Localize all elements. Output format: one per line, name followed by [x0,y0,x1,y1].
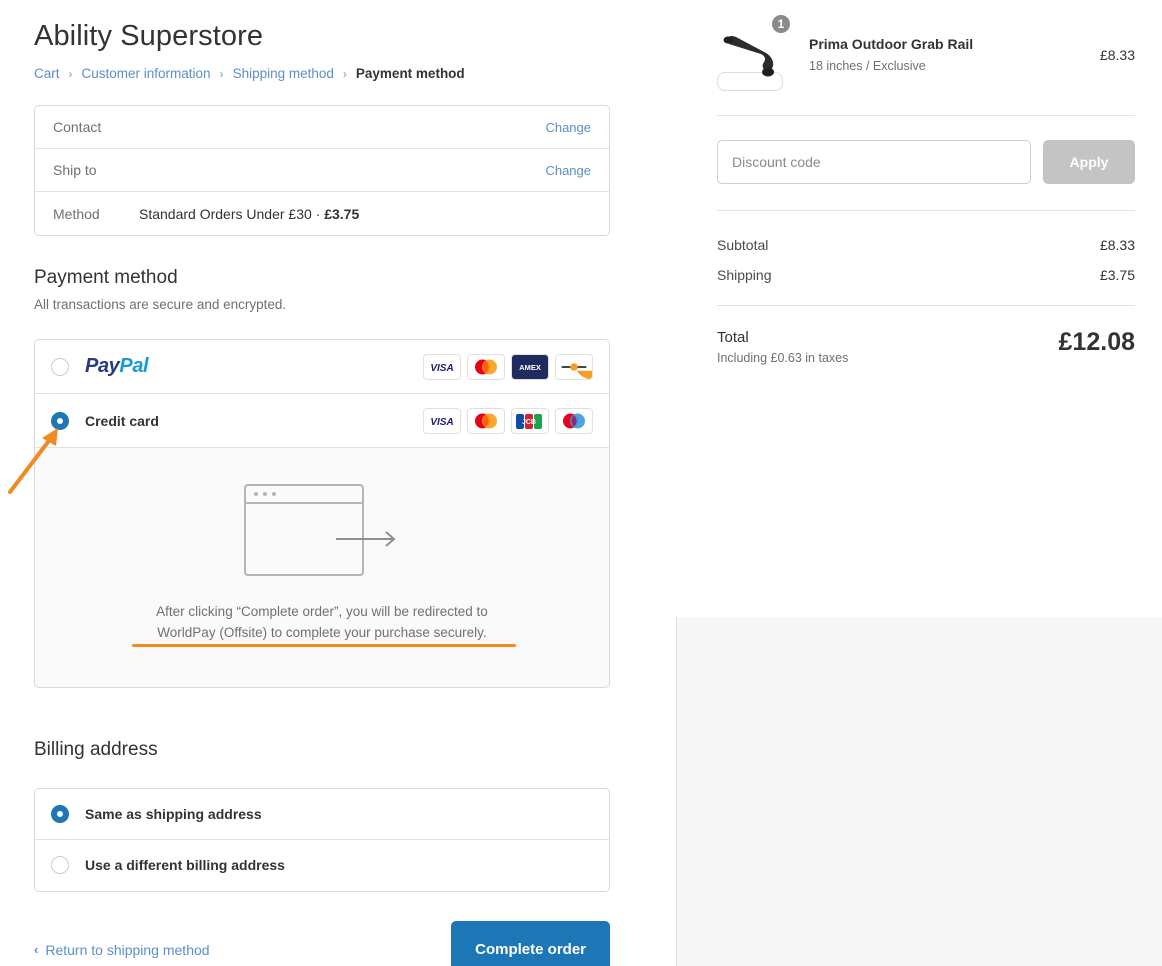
amex-icon: AMEX [511,353,549,380]
billing-address-section: Billing address Same as shipping address… [34,738,610,892]
payment-method-subheading: All transactions are secure and encrypte… [34,297,287,312]
payment-option-paypal[interactable]: PayPal VISA AMEX [35,340,609,394]
order-summary-column: 1 Prima Outdoor Grab Rail 18 inches / Ex… [717,0,1135,367]
jcb-icon: JCB [511,407,549,434]
breadcrumb-separator-icon: › [219,67,224,81]
billing-option-label-different: Use a different billing address [85,857,285,873]
billing-address-heading: Billing address [34,738,158,760]
product-price: £8.33 [1099,47,1135,63]
discount-code-input[interactable] [717,140,1031,184]
grand-total-label: Total [717,329,749,346]
order-line-item: 1 Prima Outdoor Grab Rail 18 inches / Ex… [717,0,1135,91]
summary-row-ship-to: Ship to Change [35,149,609,192]
empty-panel [676,617,1162,966]
billing-option-label-same: Same as shipping address [85,805,262,822]
radio-same-as-shipping[interactable] [51,804,69,823]
radio-paypal[interactable] [51,357,69,376]
payment-method-heading: Payment method [34,267,178,288]
store-title: Ability Superstore [34,20,264,52]
summary-value-method: Standard Orders Under £30 · £3.75 [139,206,591,222]
complete-order-button[interactable]: Complete order [451,920,610,966]
total-line-shipping: Shipping £3.75 [717,267,1135,283]
payment-option-credit-card[interactable]: Credit card VISA JCB [35,394,609,448]
mastercard-icon [467,353,505,380]
paypal-logo-icon: PayPal [85,355,149,378]
radio-different-billing-address[interactable] [51,856,69,874]
paypal-logo-pal: Pal [119,355,149,377]
summary-row-method: Method Standard Orders Under £30 · £3.75 [35,192,609,235]
billing-options-box: Same as shipping address Use a different… [34,787,610,892]
annotation-underline [132,644,516,647]
order-totals: Subtotal £8.33 Shipping £3.75 Total Incl… [717,237,1135,367]
breadcrumb-separator-icon: › [68,67,73,81]
payment-options-box: PayPal VISA AMEX Credit card VISA JCB Af… [34,339,610,688]
product-variant: 18 inches / Exclusive [809,59,926,73]
summary-method-price: £3.75 [324,205,360,222]
summary-label-ship-to: Ship to [53,162,97,178]
paypal-accepted-cards: VISA AMEX [423,353,593,380]
divider [717,115,1135,116]
return-link-label: Return to shipping method [45,941,210,958]
breadcrumb-item-shipping-method[interactable]: Shipping method [233,65,334,83]
product-quantity-badge: 1 [770,13,792,35]
payment-method-section: Payment method All transactions are secu… [34,266,610,688]
offsite-redirect-text: After clicking “Complete order”, you wil… [156,604,488,640]
product-thumbnail [717,35,783,91]
maestro-icon [555,407,593,434]
total-line-subtotal: Subtotal £8.33 [717,237,1135,253]
visa-icon: VISA [423,407,461,434]
change-contact-link[interactable]: Change [545,120,591,135]
product-info: Prima Outdoor Grab Rail 18 inches / Excl… [809,35,1088,75]
svg-text:VISA: VISA [430,363,453,374]
order-summary-box: Contact Change Ship to Change Method Sta… [34,105,610,236]
product-thumbnail-wrap: 1 [717,13,792,91]
discount-code-row: Apply [717,140,1135,184]
breadcrumb: Cart › Customer information › Shipping m… [34,65,610,83]
summary-row-contact: Contact Change [35,106,609,149]
checkout-page: Ability Superstore Cart › Customer infor… [0,0,1162,966]
divider [717,210,1135,211]
apply-discount-button[interactable]: Apply [1043,140,1135,184]
summary-label-method: Method [53,205,100,222]
subtotal-label: Subtotal [717,237,769,253]
breadcrumb-separator-icon: › [342,67,347,81]
offsite-redirect-panel: After clicking “Complete order”, you wil… [35,448,609,687]
breadcrumb-item-customer-information[interactable]: Customer information [82,65,211,83]
billing-option-same-as-shipping[interactable]: Same as shipping address [35,789,609,840]
svg-text:VISA: VISA [430,417,453,428]
grand-total-value: £12.08 [1058,328,1135,356]
summary-label-contact: Contact [53,119,102,135]
grand-total-tax-note: Including £0.63 in taxes [717,351,849,365]
svg-text:JCB: JCB [522,419,536,426]
return-to-shipping-method-link[interactable]: ‹ Return to shipping method [34,942,210,958]
svg-text:AMEX: AMEX [519,362,541,371]
paypal-logo-pay: Pay [85,355,120,377]
shipping-label: Shipping [717,267,772,283]
browser-redirect-illustration-icon [244,484,400,581]
credit-card-accepted-cards: VISA JCB [423,407,593,434]
divider [717,305,1135,306]
payment-option-label-credit-card: Credit card [85,412,159,429]
breadcrumb-item-payment-method: Payment method [355,66,465,81]
subtotal-value: £8.33 [1099,237,1135,253]
chevron-left-icon: ‹ [34,942,39,957]
billing-option-different-address[interactable]: Use a different billing address [35,840,609,891]
visa-icon: VISA [423,353,461,380]
product-name: Prima Outdoor Grab Rail [809,36,974,52]
breadcrumb-item-cart[interactable]: Cart [34,65,60,83]
checkout-main-column: Ability Superstore Cart › Customer infor… [34,0,610,966]
mastercard-icon [467,407,505,434]
shipping-value: £3.75 [1099,267,1135,283]
radio-credit-card[interactable] [51,411,69,430]
grand-total-labels: Total Including £0.63 in taxes [717,328,848,367]
summary-method-text: Standard Orders Under £30 · [139,205,325,222]
grand-total-row: Total Including £0.63 in taxes £12.08 [717,328,1135,367]
discover-icon [555,353,593,380]
change-ship-to-link[interactable]: Change [545,163,591,178]
checkout-actions: ‹ Return to shipping method Complete ord… [34,920,610,966]
